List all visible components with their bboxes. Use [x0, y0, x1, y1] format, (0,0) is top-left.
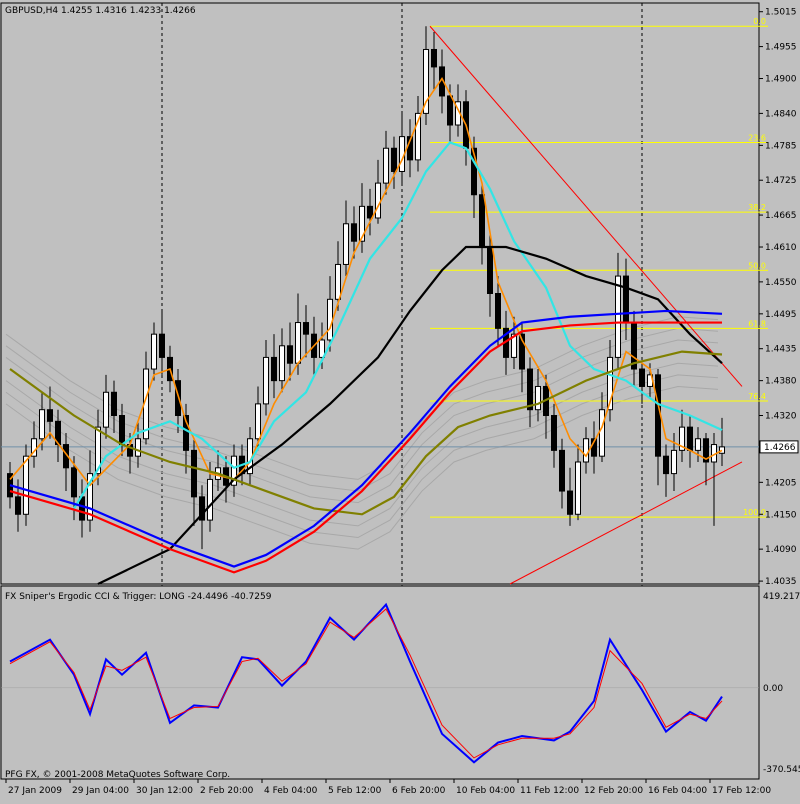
time-tick-label: 6 Feb 20:00 [392, 786, 446, 796]
time-tick-label: 30 Jan 12:00 [136, 786, 193, 796]
price-tick-label: 1.4320 [765, 412, 797, 422]
candle-body [255, 403, 261, 440]
candle-body [447, 95, 453, 126]
candle-body [391, 147, 397, 172]
candle-body [287, 345, 293, 364]
candle-body [327, 298, 333, 341]
price-tick-label: 1.4150 [765, 510, 797, 520]
candle-body [47, 409, 53, 422]
chart-window: 0.0 23.6 38.2 50.0 61.8 76.4 100.0 1.5015 1.495… [0, 0, 800, 800]
candle-body [111, 391, 117, 417]
time-tick-label: 12 Feb 20:00 [584, 786, 643, 796]
fib-level-label: 76.4 [748, 392, 766, 401]
time-tick-label: 10 Feb 04:00 [456, 786, 515, 796]
candle-body [695, 438, 701, 451]
fib-level-label: 0.0 [753, 17, 766, 26]
candle-body [487, 246, 493, 295]
time-tick-label: 4 Feb 04:00 [264, 786, 318, 796]
price-tick-label: 1.4900 [765, 75, 797, 85]
price-tick-label: 1.4785 [765, 141, 797, 151]
price-tick-label: 1.4205 [765, 478, 797, 488]
candle-body [135, 438, 141, 457]
time-tick-label: 11 Feb 12:00 [520, 786, 579, 796]
time-tick-label: 27 Jan 2009 [8, 786, 62, 796]
price-tick-label: 1.4610 [765, 243, 797, 253]
fib-level-label: 61.8 [748, 319, 766, 328]
price-tick-label: 1.4840 [765, 109, 797, 119]
candle-body [23, 455, 29, 515]
copyright-text: PFG FX, © 2001-2008 MetaQuotes Software … [5, 770, 230, 780]
candle [23, 444, 29, 526]
indicator-scale-label: 0.00 [763, 684, 783, 694]
price-plot-area [0, 2, 760, 585]
fib-level-label: 38.2 [748, 203, 766, 212]
candle-body [303, 322, 309, 335]
candle-body [663, 455, 669, 475]
candle-body [207, 478, 213, 521]
candle-body [159, 333, 165, 358]
price-tick-label: 1.4090 [765, 545, 797, 555]
time-tick-label: 17 Feb 12:00 [712, 786, 771, 796]
chart-header: GBPUSD,H4 1.4255 1.4316 1.4233 1.4266 [5, 6, 196, 16]
candle-body [495, 293, 501, 329]
price-tick-label: 1.4380 [765, 377, 797, 387]
candle-body [367, 205, 373, 219]
candle-body [551, 415, 557, 451]
candle-body [15, 496, 21, 515]
candle-body [295, 322, 301, 364]
candle-body [351, 223, 357, 242]
time-tick-label: 5 Feb 12:00 [328, 786, 382, 796]
candle-body [151, 333, 157, 370]
candle-body [263, 356, 269, 405]
candle-body [431, 48, 437, 68]
candle-body [71, 467, 77, 498]
indicator-scale-label: 419.2175 [763, 592, 800, 602]
price-tick-label: 1.5015 [765, 8, 797, 18]
candle-body [279, 345, 285, 382]
fib-level-label: 23.6 [748, 133, 766, 142]
candle-body [39, 409, 45, 440]
candle-body [175, 380, 181, 417]
candle-body [583, 438, 589, 463]
candle-body [599, 409, 605, 457]
price-tick-label: 1.4665 [765, 211, 797, 221]
candle-body [623, 275, 629, 324]
chart-canvas[interactable]: 0.0 23.6 38.2 50.0 61.8 76.4 100.0 1.5015 1.495… [0, 0, 800, 800]
time-tick-label: 29 Jan 04:00 [72, 786, 129, 796]
time-tick-label: 2 Feb 20:00 [200, 786, 254, 796]
price-tick-label: 1.4495 [765, 310, 797, 320]
time-tick-label: 16 Feb 04:00 [648, 786, 707, 796]
price-tick-label: 1.4725 [765, 176, 797, 186]
candle-body [575, 461, 581, 515]
candle-body [271, 356, 277, 382]
current-price-label: 1.4266 [764, 443, 796, 453]
price-tick-label: 1.4550 [765, 278, 797, 288]
indicator-label: FX Sniper's Ergodic CCI & Trigger: LONG … [5, 592, 272, 602]
candle-body [567, 490, 573, 515]
price-tick-label: 1.4435 [765, 345, 797, 355]
candle-body [383, 147, 389, 184]
candle-body [103, 391, 109, 428]
candle-body [527, 368, 533, 411]
candle-body [671, 449, 677, 475]
candle-body [719, 446, 725, 454]
candle-body [687, 426, 693, 451]
fib-level-label: 100.0 [743, 508, 766, 517]
candle-body [559, 449, 565, 492]
candle-body [191, 449, 197, 498]
candle-body [375, 182, 381, 219]
fib-level-label: 50.0 [748, 261, 766, 270]
candle-body [615, 275, 621, 358]
indicator-scale-label: -370.5451 [763, 765, 800, 775]
price-tick-label: 1.4035 [765, 577, 797, 587]
candle-body [535, 385, 541, 411]
candle-body [335, 263, 341, 300]
price-tick-label: 1.4955 [765, 43, 797, 53]
candle-body [655, 374, 661, 457]
candle-body [119, 415, 125, 446]
indicator-panel [0, 585, 760, 780]
candle-body [343, 223, 349, 265]
candle-body [479, 194, 485, 248]
candle-body [639, 368, 645, 387]
